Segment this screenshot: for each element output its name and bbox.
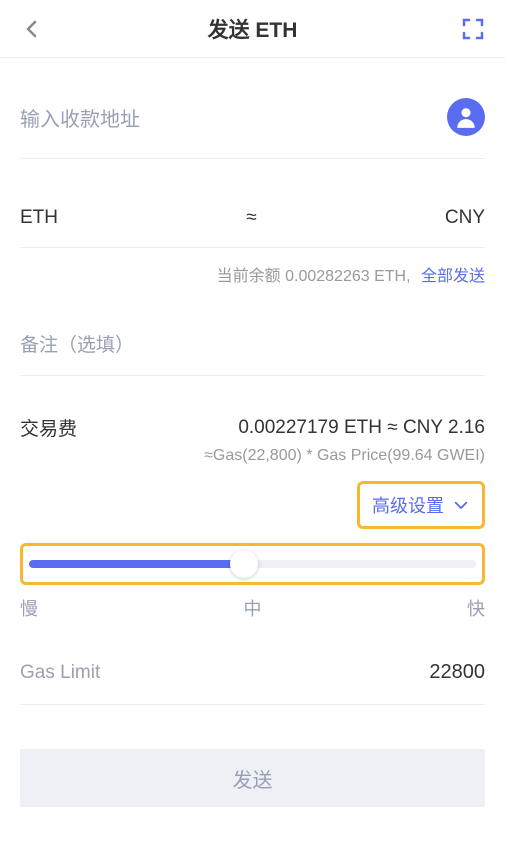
fee-row: 交易费 0.00227179 ETH ≈ CNY 2.16 — [20, 376, 485, 447]
gas-limit-input[interactable]: 22800 — [429, 661, 485, 684]
chevron-left-icon — [20, 17, 44, 41]
back-button[interactable] — [20, 17, 44, 41]
fee-slider-container — [20, 543, 485, 585]
send-button[interactable]: 发送 — [20, 749, 485, 807]
slider-label-fast: 快 — [467, 595, 485, 621]
balance-text: 当前余额 0.00282263 ETH, — [217, 268, 411, 285]
slider-labels: 慢 中 快 — [20, 595, 485, 621]
fee-formula: ≈Gas(22,800) * Gas Price(99.64 GWEI) — [20, 447, 485, 475]
slider-thumb[interactable] — [230, 550, 258, 578]
address-row: 输入收款地址 — [20, 58, 485, 159]
fee-slider[interactable] — [29, 560, 476, 568]
gas-limit-row: Gas Limit 22800 — [20, 621, 485, 705]
advanced-row: 高级设置 — [20, 475, 485, 539]
memo-row: 备注（选填） — [20, 300, 485, 376]
advanced-settings-button[interactable]: 高级设置 — [357, 481, 485, 529]
slider-label-medium: 中 — [244, 595, 262, 621]
gas-limit-label: Gas Limit — [20, 662, 100, 684]
page-title: 发送 ETH — [208, 14, 298, 44]
slider-fill — [29, 560, 244, 568]
balance-row: 当前余额 0.00282263 ETH, 全部发送 — [20, 248, 485, 300]
header: 发送 ETH — [0, 0, 505, 58]
scan-icon — [461, 17, 485, 41]
send-all-button[interactable]: 全部发送 — [421, 268, 485, 285]
approx-symbol: ≈ — [246, 207, 256, 229]
fee-value: 0.00227179 ETH ≈ CNY 2.16 — [238, 417, 485, 439]
chevron-down-icon — [452, 496, 470, 514]
address-input[interactable]: 输入收款地址 — [20, 103, 140, 132]
person-icon — [453, 104, 479, 130]
advanced-label: 高级设置 — [372, 492, 444, 518]
memo-input[interactable]: 备注（选填） — [20, 330, 485, 357]
slider-label-slow: 慢 — [20, 595, 38, 621]
contact-button[interactable] — [447, 98, 485, 136]
fee-label: 交易费 — [20, 414, 77, 441]
base-currency-label[interactable]: ETH — [20, 207, 58, 229]
scan-button[interactable] — [461, 17, 485, 41]
amount-row: ETH ≈ CNY — [20, 159, 485, 248]
quote-currency-label[interactable]: CNY — [445, 207, 485, 229]
